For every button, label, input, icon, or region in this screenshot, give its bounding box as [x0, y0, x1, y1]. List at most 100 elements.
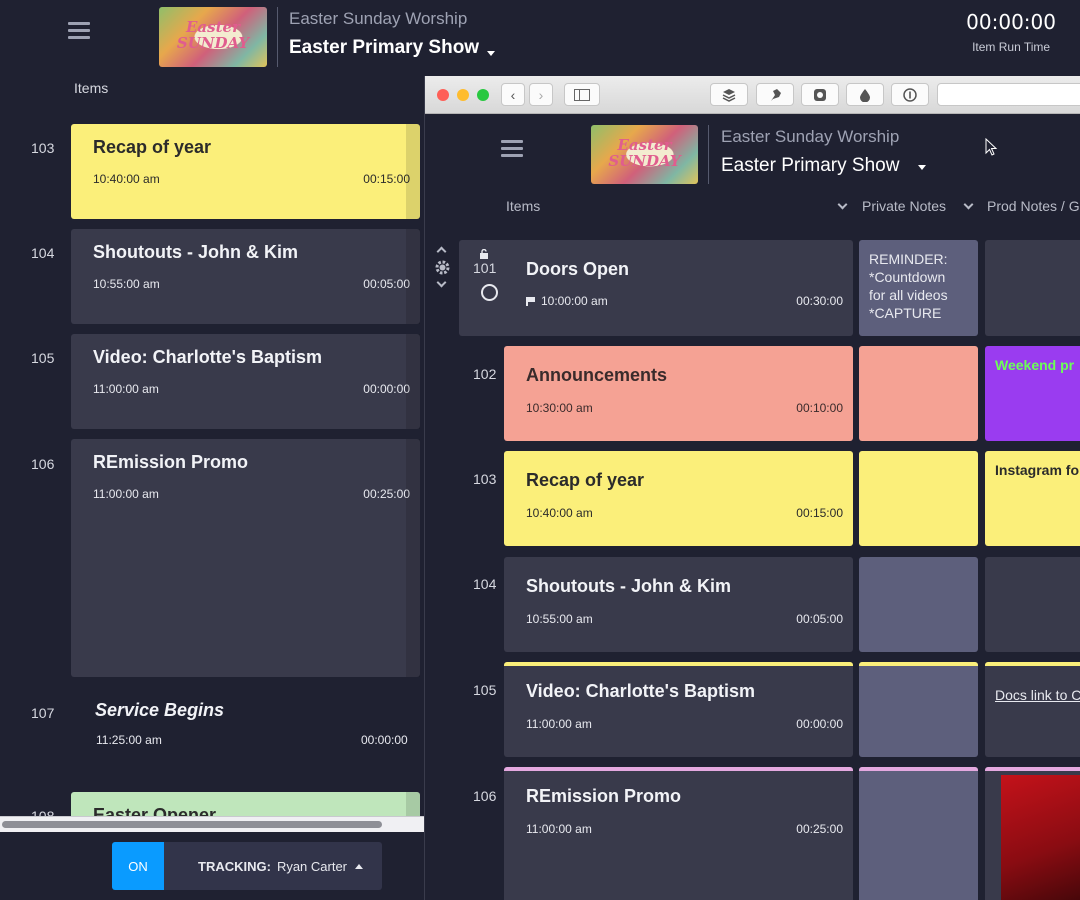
divider	[277, 7, 278, 67]
timer-value: 00:00:00	[966, 10, 1056, 34]
tracking-label: TRACKING:	[198, 858, 271, 874]
chevron-down-icon[interactable]	[963, 199, 974, 210]
item-start-time: 11:00:00 am	[93, 487, 159, 501]
forward-arrow-icon[interactable]: ›	[529, 83, 553, 106]
item-edge	[406, 124, 420, 219]
row-number: 102	[473, 366, 497, 382]
prod-note-text: Instagram fo	[995, 462, 1080, 478]
prod-note-cell[interactable]: Docs link to C	[985, 662, 1080, 757]
item-duration: 00:05:00	[796, 612, 843, 626]
item-duration: 00:15:00	[363, 172, 410, 186]
row-number: 107	[31, 705, 55, 721]
rundown-item-card[interactable]: Video: Charlotte's Baptism 11:00:00 am 0…	[504, 662, 853, 757]
private-note-cell[interactable]	[859, 346, 978, 441]
caret-down-icon[interactable]	[918, 165, 926, 170]
layers-icon[interactable]	[710, 83, 748, 106]
flag-icon	[526, 297, 535, 306]
section-duration: 00:00:00	[361, 733, 408, 747]
back-arrow-icon[interactable]: ‹	[501, 83, 525, 106]
lock-icon[interactable]	[479, 249, 489, 259]
prod-note-cell[interactable]	[985, 767, 1080, 900]
item-title: REmission Promo	[93, 452, 249, 472]
tracking-selector[interactable]: TRACKING: Ryan Carter	[164, 842, 382, 890]
prod-note-link[interactable]: Docs link to C	[995, 686, 1080, 704]
prod-note-cell[interactable]	[985, 240, 1080, 336]
column-header-prod-notes[interactable]: Prod Notes / G	[987, 198, 1080, 214]
record-icon[interactable]	[801, 83, 839, 106]
divider	[708, 125, 709, 184]
row-number: 103	[473, 471, 497, 487]
private-note-cell[interactable]	[859, 557, 978, 652]
chevron-down-icon[interactable]	[436, 277, 447, 288]
horizontal-scrollbar[interactable]	[0, 816, 424, 832]
item-duration: 00:00:00	[363, 382, 410, 396]
thumbnail-text: Easter SUNDAY	[608, 136, 681, 170]
color-stripe	[985, 767, 1080, 771]
prod-note-cell[interactable]	[985, 557, 1080, 652]
gear-icon[interactable]	[434, 259, 451, 276]
row-number: 104	[473, 576, 497, 592]
rundown-item-card[interactable]: Shoutouts - John & Kim 10:55:00 am 00:05…	[71, 229, 420, 324]
rundown-item-card[interactable]: REmission Promo 11:00:00 am 00:25:00	[504, 767, 853, 900]
circle-icon[interactable]	[481, 284, 498, 301]
item-title: Shoutouts - John & Kim	[93, 242, 298, 262]
item-edge	[406, 229, 420, 324]
private-note-cell[interactable]	[859, 767, 978, 900]
section-header-title[interactable]: Service Begins	[95, 700, 224, 721]
sidebar-toggle-icon[interactable]	[564, 83, 600, 106]
item-duration: 00:30:00	[796, 294, 843, 308]
row-number: 105	[31, 350, 55, 366]
prod-note-cell[interactable]: Instagram fo	[985, 451, 1080, 546]
item-duration: 00:00:00	[796, 717, 843, 731]
scrollbar-thumb[interactable]	[2, 821, 382, 828]
rundown-item-card[interactable]: Shoutouts - John & Kim 10:55:00 am 00:05…	[504, 557, 853, 652]
item-duration: 00:25:00	[796, 822, 843, 836]
info-icon[interactable]	[891, 83, 929, 106]
zoom-window-icon[interactable]	[477, 89, 489, 101]
item-title: Recap of year	[526, 470, 645, 490]
hamburger-icon[interactable]	[68, 22, 90, 40]
private-note-cell[interactable]	[859, 451, 978, 546]
minimize-window-icon[interactable]	[457, 89, 469, 101]
item-start-time: 10:00:00 am	[541, 294, 608, 308]
front-window: ‹ › Easter SUNDAY Easter Sunday Worship …	[424, 76, 1080, 900]
item-start-time: 10:55:00 am	[526, 612, 593, 626]
rundown-item-card[interactable]: Announcements 10:30:00 am 00:10:00	[504, 346, 853, 441]
item-title: Easter Opener	[93, 805, 217, 816]
item-duration: 00:15:00	[796, 506, 843, 520]
show-name[interactable]: Easter Primary Show	[721, 155, 899, 177]
rundown-item-card[interactable]: REmission Promo 11:00:00 am 00:25:00	[71, 439, 420, 677]
mouse-cursor-icon	[985, 138, 998, 156]
address-bar[interactable]	[937, 83, 1080, 106]
show-name[interactable]: Easter Primary Show	[289, 37, 479, 59]
media-thumbnail[interactable]	[1001, 775, 1080, 900]
hamburger-icon[interactable]	[501, 140, 523, 158]
show-thumbnail: Easter SUNDAY	[159, 7, 267, 67]
item-start-time: 10:30:00 am	[526, 401, 593, 415]
item-edge	[406, 439, 420, 677]
column-header-private-notes[interactable]: Private Notes	[862, 198, 946, 214]
color-stripe	[859, 662, 978, 666]
close-window-icon[interactable]	[437, 89, 449, 101]
private-note-cell[interactable]: REMINDER: *Countdown for all videos *CAP…	[859, 240, 978, 336]
item-title: Announcements	[526, 365, 668, 385]
rundown-item-card[interactable]: Video: Charlotte's Baptism 11:00:00 am 0…	[71, 334, 420, 429]
item-start-time: 10:40:00 am	[93, 172, 160, 186]
pin-icon[interactable]	[756, 83, 794, 106]
column-header-items[interactable]: Items	[506, 198, 540, 214]
chevron-up-icon[interactable]	[436, 246, 447, 257]
private-note-cell[interactable]	[859, 662, 978, 757]
rundown-item-card[interactable]: Recap of year 10:40:00 am 00:15:00	[504, 451, 853, 546]
rundown-item-card[interactable]: Recap of year 10:40:00 am 00:15:00	[71, 124, 420, 219]
drop-icon[interactable]	[846, 83, 884, 106]
tracking-on-button[interactable]: ON	[112, 842, 164, 890]
rundown-item-card[interactable]: 101 Doors Open 10:00:00 am 00:30:00	[459, 240, 853, 336]
service-name: Easter Sunday Worship	[289, 9, 468, 28]
rundown-item-card[interactable]: Easter Opener	[71, 792, 420, 816]
chevron-down-icon[interactable]	[837, 199, 848, 210]
caret-down-icon[interactable]	[487, 51, 495, 56]
row-number: 101	[473, 260, 497, 276]
prod-note-cell[interactable]: Weekend pr	[985, 346, 1080, 441]
item-title: Recap of year	[93, 137, 212, 157]
item-start-time: 10:55:00 am	[93, 277, 160, 291]
